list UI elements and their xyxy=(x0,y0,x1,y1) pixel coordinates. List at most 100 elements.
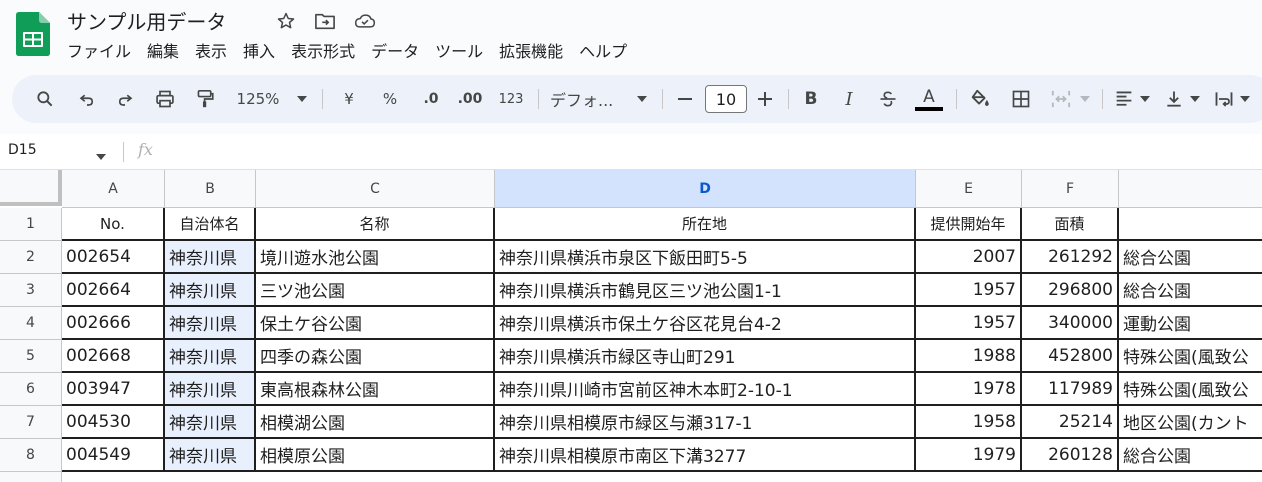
row-header-1[interactable]: 1 xyxy=(0,208,62,241)
column-header-d[interactable]: D xyxy=(495,170,916,208)
increase-decimal-button[interactable]: .00 xyxy=(453,75,487,123)
cell-g4[interactable]: 運動公園 xyxy=(1119,307,1262,340)
search-menus-icon[interactable] xyxy=(32,75,58,123)
row-header-3[interactable]: 3 xyxy=(0,274,62,307)
cell-c8[interactable]: 相模原公園 xyxy=(256,439,495,472)
cell-b1[interactable]: 自治体名 xyxy=(165,208,256,241)
undo-icon[interactable] xyxy=(74,75,100,123)
cell-g1[interactable] xyxy=(1119,208,1262,241)
menu-edit[interactable]: 編集 xyxy=(147,41,187,63)
column-header-f[interactable]: F xyxy=(1022,170,1119,208)
cell-a3[interactable]: 002664 xyxy=(62,274,165,307)
menu-format[interactable]: 表示形式 xyxy=(291,41,363,63)
horizontal-align-icon[interactable] xyxy=(1112,75,1136,123)
cell-f8[interactable]: 260128 xyxy=(1022,439,1119,472)
cell-c4[interactable]: 保土ケ谷公園 xyxy=(256,307,495,340)
cell-f3[interactable]: 296800 xyxy=(1022,274,1119,307)
cell-c6[interactable]: 東高根森林公園 xyxy=(256,373,495,406)
cell-d5[interactable]: 神奈川県横浜市緑区寺山町291 xyxy=(495,340,916,373)
move-folder-icon[interactable] xyxy=(314,10,336,32)
cell-a5[interactable]: 002668 xyxy=(62,340,165,373)
cell-b6[interactable]: 神奈川県 xyxy=(165,373,256,406)
cell-d8[interactable]: 神奈川県相模原市南区下溝3277 xyxy=(495,439,916,472)
cell-e6[interactable]: 1978 xyxy=(916,373,1022,406)
cell-g5[interactable]: 特殊公園(風致公 xyxy=(1119,340,1262,373)
menu-extensions[interactable]: 拡張機能 xyxy=(499,41,571,63)
cell-b4[interactable]: 神奈川県 xyxy=(165,307,256,340)
row-header-2[interactable]: 2 xyxy=(0,241,62,274)
row-header-5[interactable]: 5 xyxy=(0,340,62,373)
text-color-button[interactable]: A xyxy=(914,75,944,123)
merge-dropdown-icon[interactable] xyxy=(1078,75,1092,123)
currency-format-button[interactable]: ¥ xyxy=(337,75,361,123)
row-header-8[interactable]: 8 xyxy=(0,439,62,472)
percent-format-button[interactable]: % xyxy=(378,75,402,123)
print-icon[interactable] xyxy=(152,75,178,123)
menu-view[interactable]: 表示 xyxy=(195,41,235,63)
cell-a4[interactable]: 002666 xyxy=(62,307,165,340)
cell-c3[interactable]: 三ツ池公園 xyxy=(256,274,495,307)
cell-c5[interactable]: 四季の森公園 xyxy=(256,340,495,373)
column-header-a[interactable]: A xyxy=(62,170,165,208)
row-header-4[interactable]: 4 xyxy=(0,307,62,340)
cell-e8[interactable]: 1979 xyxy=(916,439,1022,472)
select-all-corner[interactable] xyxy=(0,170,62,206)
cell-f4[interactable]: 340000 xyxy=(1022,307,1119,340)
cell-g8[interactable]: 総合公園 xyxy=(1119,439,1262,472)
name-box[interactable]: D15 xyxy=(8,142,37,158)
decrease-font-size-icon[interactable] xyxy=(674,75,696,123)
paint-format-icon[interactable] xyxy=(192,75,218,123)
cell-g2[interactable]: 総合公園 xyxy=(1119,241,1262,274)
menu-tools[interactable]: ツール xyxy=(435,41,491,63)
cell-c1[interactable]: 名称 xyxy=(256,208,495,241)
redo-icon[interactable] xyxy=(112,75,138,123)
menu-data[interactable]: データ xyxy=(371,41,427,63)
spreadsheet-grid[interactable]: A B C D E F 1 2 3 4 5 6 7 8 No. 自治体名 名称 所在地… xyxy=(0,170,1262,482)
cell-f7[interactable]: 25214 xyxy=(1022,406,1119,439)
cell-a6[interactable]: 003947 xyxy=(62,373,165,406)
cell-a1[interactable]: No. xyxy=(62,208,165,241)
cell-e2[interactable]: 2007 xyxy=(916,241,1022,274)
borders-icon[interactable] xyxy=(1008,75,1034,123)
menu-insert[interactable]: 挿入 xyxy=(243,41,283,63)
cell-g7[interactable]: 地区公園(カント xyxy=(1119,406,1262,439)
decrease-decimal-button[interactable]: .0 xyxy=(416,75,446,123)
cell-d2[interactable]: 神奈川県横浜市泉区下飯田町5-5 xyxy=(495,241,916,274)
strikethrough-icon[interactable] xyxy=(876,75,900,123)
sheets-logo-icon[interactable] xyxy=(16,12,50,56)
cell-e3[interactable]: 1957 xyxy=(916,274,1022,307)
cloud-saved-icon[interactable] xyxy=(354,10,376,32)
menu-help[interactable]: ヘルプ xyxy=(579,41,635,63)
document-title[interactable]: サンプル用データ xyxy=(67,6,226,35)
cell-d3[interactable]: 神奈川県横浜市鶴見区三ツ池公園1-1 xyxy=(495,274,916,307)
cell-c7[interactable]: 相模湖公園 xyxy=(256,406,495,439)
column-header-g[interactable] xyxy=(1119,170,1262,208)
cell-b8[interactable]: 神奈川県 xyxy=(165,439,256,472)
column-header-e[interactable]: E xyxy=(916,170,1022,208)
text-wrap-dropdown-icon[interactable] xyxy=(1238,75,1252,123)
font-dropdown-icon[interactable] xyxy=(634,75,650,123)
cell-d1[interactable]: 所在地 xyxy=(495,208,916,241)
text-wrap-icon[interactable] xyxy=(1212,75,1236,123)
cell-a8[interactable]: 004549 xyxy=(62,439,165,472)
cell-d7[interactable]: 神奈川県相模原市緑区与瀬317-1 xyxy=(495,406,916,439)
increase-font-size-icon[interactable] xyxy=(754,75,776,123)
cell-e1[interactable]: 提供開始年 xyxy=(916,208,1022,241)
cell-b2[interactable]: 神奈川県 xyxy=(165,241,256,274)
cell-a2[interactable]: 002654 xyxy=(62,241,165,274)
vertical-align-dropdown-icon[interactable] xyxy=(1188,75,1202,123)
merge-cells-icon[interactable] xyxy=(1048,75,1074,123)
zoom-dropdown-icon[interactable] xyxy=(294,75,310,123)
cell-e4[interactable]: 1957 xyxy=(916,307,1022,340)
cell-b3[interactable]: 神奈川県 xyxy=(165,274,256,307)
cell-f6[interactable]: 117989 xyxy=(1022,373,1119,406)
italic-button[interactable]: I xyxy=(838,75,860,123)
row-header-7[interactable]: 7 xyxy=(0,406,62,439)
row-header-6[interactable]: 6 xyxy=(0,373,62,406)
cell-g6[interactable]: 特殊公園(風致公 xyxy=(1119,373,1262,406)
cell-g3[interactable]: 総合公園 xyxy=(1119,274,1262,307)
cell-e7[interactable]: 1958 xyxy=(916,406,1022,439)
star-icon[interactable] xyxy=(275,10,297,32)
font-family-select[interactable]: デフォ... xyxy=(550,75,626,123)
horizontal-align-dropdown-icon[interactable] xyxy=(1138,75,1152,123)
